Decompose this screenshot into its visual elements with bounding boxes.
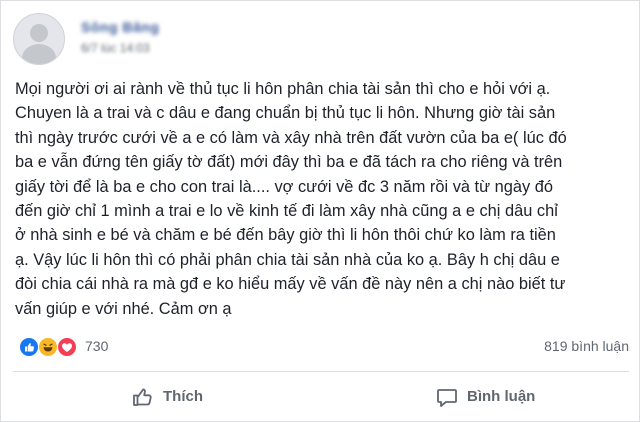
like-reaction-icon <box>19 337 39 357</box>
love-reaction-icon <box>57 337 77 357</box>
reactions-summary: 730 819 bình luận <box>19 336 629 358</box>
post-timestamp[interactable]: 6/7 lúc 14:03 <box>81 41 150 55</box>
post-line: đến giờ chỉ 1 mình a trai e lo về kinh t… <box>15 202 558 221</box>
comment-button-label: Bình luận <box>467 388 536 405</box>
action-bar: Thích Bình luận <box>13 375 629 419</box>
reaction-icons[interactable] <box>19 337 79 357</box>
comment-button[interactable]: Bình luận <box>321 375 629 419</box>
thumbs-up-icon <box>131 385 155 409</box>
post-line: ở nhà sinh e bé và chăm e bé đến bây giờ… <box>15 226 556 245</box>
divider <box>13 371 629 372</box>
like-button[interactable]: Thích <box>13 375 321 419</box>
comment-bubble-icon <box>435 385 459 409</box>
haha-reaction-icon <box>38 337 58 357</box>
post-line: ba e vẫn đứng tên giấy tờ đất) mới đây t… <box>15 153 563 172</box>
avatar-head-shape <box>30 24 48 42</box>
comment-count[interactable]: 819 bình luận <box>544 338 629 354</box>
post-line: đòi chia cái nhà ra mà gđ e ko hiểu mấy … <box>15 275 566 294</box>
avatar[interactable] <box>13 13 65 65</box>
post-line: vấn giúp e với nhé. Cảm ơn ạ <box>15 299 232 318</box>
post-header: Sông Băng 6/7 lúc 14:03 <box>13 13 613 65</box>
like-button-label: Thích <box>163 388 203 405</box>
post-line: ạ. Vậy lúc li hôn thì có phải phân chia … <box>15 250 560 269</box>
post-body: Mọi người ơi ai rành về thủ tục li hôn p… <box>15 77 627 321</box>
author-name[interactable]: Sông Băng <box>81 19 159 35</box>
post-card: Sông Băng 6/7 lúc 14:03 Mọi người ơi ai … <box>0 0 640 422</box>
post-line: thì ngày trước cưới về a e có làm và xây… <box>15 128 567 147</box>
reaction-count[interactable]: 730 <box>85 338 108 354</box>
avatar-body-shape <box>22 44 56 64</box>
post-line: Chuyen là a trai và c dâu e đang chuẩn b… <box>15 104 556 123</box>
post-line: giấy tời để là ba e cho con trai là.... … <box>15 177 553 196</box>
post-line: Mọi người ơi ai rành về thủ tục li hôn p… <box>15 80 551 98</box>
